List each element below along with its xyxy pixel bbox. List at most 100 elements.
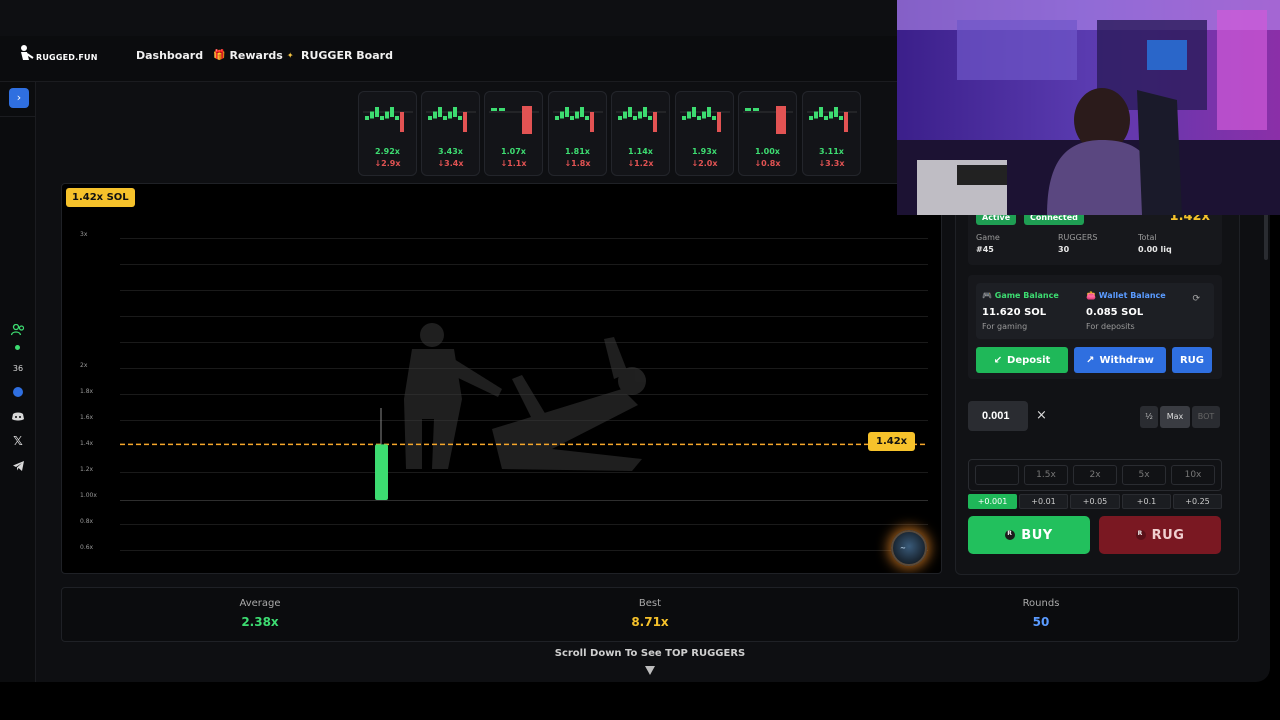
mini-candle (438, 107, 442, 117)
mini-candle (565, 107, 569, 117)
history-card[interactable]: 3.43x ↓3.4x (421, 91, 480, 176)
history-peak: 1.93x (692, 147, 717, 156)
history-rug-point: ↓2.0x (691, 159, 718, 168)
nav-rugger-board[interactable]: RUGGER Board (301, 49, 393, 62)
scroll-down-icon[interactable] (645, 666, 655, 675)
logo[interactable]: RUGGED.FUN (18, 44, 98, 64)
history-rug-point: ↓2.9x (374, 159, 401, 168)
mini-chart-icon (680, 107, 730, 132)
mini-candle (580, 107, 584, 117)
multiplier-1-5x[interactable]: 1.5x (1024, 465, 1068, 485)
mini-candle (618, 116, 622, 120)
increment-0-01[interactable]: +0.01 (1019, 494, 1068, 509)
mini-chart-icon (363, 107, 413, 132)
increment-0-1[interactable]: +0.1 (1122, 494, 1171, 509)
withdraw-button[interactable]: ↗ Withdraw (1074, 347, 1166, 373)
discord-icon[interactable] (10, 408, 26, 424)
history-card[interactable]: 3.11x ↓3.3x (802, 91, 861, 176)
mini-candle (499, 108, 505, 111)
mini-candle (648, 116, 652, 120)
multiplier-2x[interactable]: 2x (1073, 465, 1117, 485)
mini-candle (522, 106, 532, 134)
logo-icon (21, 45, 34, 60)
deposit-button[interactable]: ↙ Deposit (976, 347, 1068, 373)
sparkle-icon: ✦ (286, 51, 294, 60)
mini-candle (575, 111, 579, 119)
history-peak: 1.00x (755, 147, 780, 156)
history-card[interactable]: 1.14x ↓1.2x (611, 91, 670, 176)
history-card[interactable]: 2.92x ↓2.9x (358, 91, 417, 176)
mini-candle (390, 107, 394, 117)
mini-candle (692, 107, 696, 117)
multiplier-5x[interactable]: 5x (1122, 465, 1166, 485)
nav-rewards[interactable]: 🎁 Rewards ✦ (213, 49, 294, 62)
users-icon[interactable] (10, 322, 26, 338)
clear-amount-button[interactable]: × (1036, 408, 1047, 423)
increment-0-001[interactable]: +0.001 (968, 494, 1017, 509)
bot-button[interactable]: BOT (1192, 406, 1220, 428)
half-button[interactable]: ½ (1140, 406, 1158, 428)
increment-0-05[interactable]: +0.05 (1070, 494, 1120, 509)
mini-candle (590, 112, 594, 132)
rug-token-button[interactable]: RUG (1172, 347, 1212, 373)
mini-candle (707, 107, 711, 117)
multiplier-custom[interactable] (975, 465, 1019, 485)
best-value: 8.71x (631, 615, 669, 629)
logo-text: RUGGED.FUN (36, 52, 98, 62)
webcam-feed-image (897, 0, 1280, 215)
mini-candle (824, 116, 828, 120)
history-card[interactable]: 1.93x ↓2.0x (675, 91, 734, 176)
increment-0-25[interactable]: +0.25 (1173, 494, 1222, 509)
nav-dashboard-label: Dashboard (136, 49, 204, 62)
history-card[interactable]: 1.81x ↓1.8x (548, 91, 607, 176)
refresh-icon[interactable]: ⟳ (1192, 294, 1200, 304)
ruggers-count: 30 (1058, 245, 1070, 254)
rug-sell-button[interactable]: RUG (1099, 516, 1221, 554)
price-candle (375, 444, 388, 500)
nav-dashboard[interactable]: Dashboard (136, 49, 203, 62)
online-indicator (15, 345, 20, 350)
history-card[interactable]: 1.07x ↓1.1x (484, 91, 543, 176)
multiplier-10x[interactable]: 10x (1171, 465, 1215, 485)
mini-candle (809, 116, 813, 120)
mini-chart-icon (553, 107, 603, 132)
history-peak: 2.92x (375, 147, 400, 156)
best-label: Best (638, 598, 662, 609)
history-peak: 1.07x (501, 147, 526, 156)
telegram-icon[interactable] (10, 458, 26, 474)
mini-candle (839, 116, 843, 120)
mini-candle (745, 108, 751, 111)
game-label: Game (976, 233, 1000, 242)
mini-candle (712, 116, 716, 120)
game-balance-title: 🎮 Game Balance (982, 291, 1059, 300)
buy-button[interactable]: BUY (968, 516, 1090, 554)
mini-candle (400, 112, 404, 132)
history-peak: 3.11x (819, 147, 844, 156)
max-button[interactable]: Max (1160, 406, 1190, 428)
scroll-hint: Scroll Down To See TOP RUGGERS (554, 648, 746, 659)
wallet-balance-title: 👛 Wallet Balance (1086, 291, 1166, 300)
mini-candle (370, 111, 374, 119)
mini-candle (463, 112, 467, 132)
history-rug-point: ↓1.2x (627, 159, 654, 168)
coin-icon (1135, 530, 1146, 540)
expand-sidebar-button[interactable]: › (9, 88, 29, 108)
round-stats: Average 2.38x Best 8.71x Rounds 50 (61, 587, 1239, 642)
mini-candle (844, 112, 848, 132)
mini-candle (697, 116, 701, 120)
left-rail: › 36 𝕏 (0, 82, 36, 682)
mini-candle (560, 111, 564, 119)
chart-plot-area (120, 408, 928, 500)
player-avatar[interactable]: ~ (891, 530, 927, 566)
bet-amount-input[interactable] (968, 401, 1028, 431)
webcam-overlay (897, 0, 1280, 215)
nav-rewards-label: Rewards (229, 49, 283, 62)
mini-candle (717, 112, 721, 132)
history-card[interactable]: 1.00x ↓0.8x (738, 91, 797, 176)
history-peak: 1.14x (628, 147, 653, 156)
x-twitter-icon[interactable]: 𝕏 (10, 433, 26, 449)
history-rug-point: ↓0.8x (754, 159, 781, 168)
arrow-down-left-icon: ↙ (993, 354, 1003, 366)
coin-icon (1005, 530, 1016, 540)
network-icon[interactable] (13, 387, 23, 397)
